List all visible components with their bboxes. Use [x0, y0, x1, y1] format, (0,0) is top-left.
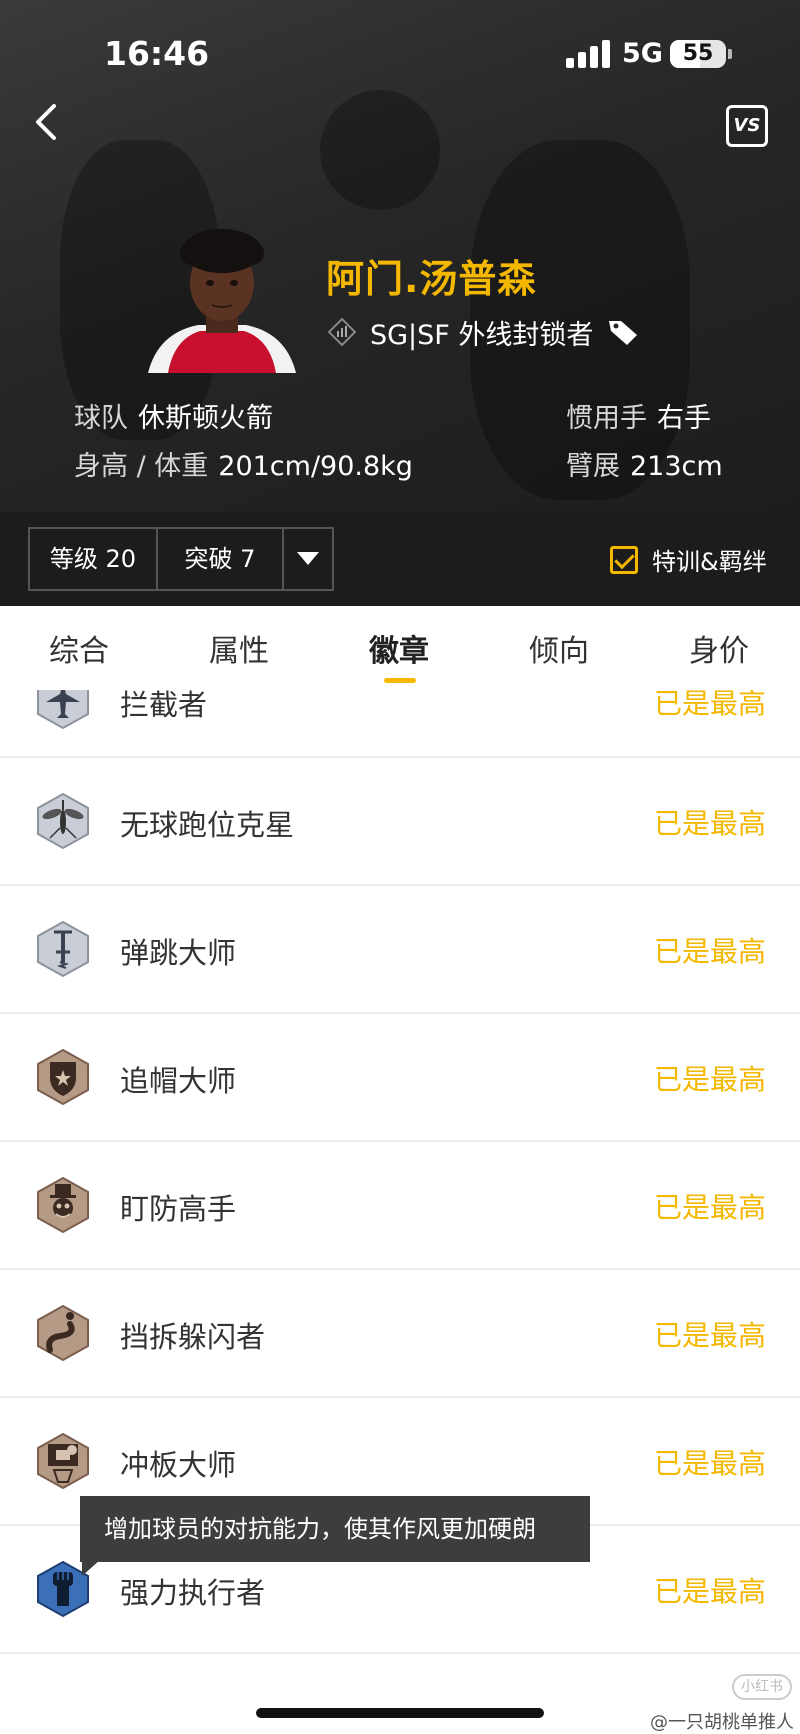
- list-item[interactable]: 无球跑位克星 已是最高: [0, 758, 800, 886]
- level-dropdown-button[interactable]: [284, 529, 332, 589]
- list-item[interactable]: 拦截者 已是最高: [0, 690, 800, 758]
- back-button[interactable]: [26, 100, 70, 144]
- badge-tooltip: 增加球员的对抗能力，使其作风更加硬朗: [80, 1496, 590, 1562]
- player-avatar: [148, 225, 296, 373]
- badge-status: 已是最高: [653, 690, 766, 720]
- battery-level: 55: [682, 41, 714, 66]
- position-diamond-icon: [328, 318, 356, 346]
- tab-badges[interactable]: 徽章: [344, 626, 454, 670]
- backboard-icon: [37, 1432, 89, 1490]
- hand-value: 右手: [657, 403, 711, 434]
- background-silhouette: [320, 90, 440, 210]
- badge-name: 强力执行者: [120, 1576, 266, 1610]
- body-value: 201cm/90.8kg: [218, 451, 413, 482]
- level-value[interactable]: 等级 20: [30, 529, 158, 589]
- jet-icon: [37, 690, 89, 730]
- wingspan-value: 213cm: [630, 451, 723, 482]
- shield-star-icon: [37, 1048, 89, 1106]
- hand-info: 惯用手 右手: [566, 396, 711, 435]
- badge-name: 冲板大师: [120, 1448, 237, 1482]
- badge-name: 追帽大师: [120, 1064, 237, 1098]
- pogo-stick-icon: [37, 920, 89, 978]
- list-item[interactable]: 追帽大师 已是最高: [0, 1014, 800, 1142]
- team-label: 球队: [74, 403, 128, 434]
- hand-label: 惯用手: [566, 403, 647, 434]
- tags-icon[interactable]: [607, 317, 641, 347]
- tab-tendencies[interactable]: 倾向: [504, 626, 614, 670]
- battery-tip: [728, 49, 732, 59]
- body-info: 身高 / 体重 201cm/90.8kg: [74, 444, 413, 483]
- road-pin-icon: [37, 1304, 89, 1362]
- badge-name: 无球跑位克星: [120, 808, 295, 842]
- badge-name: 拦截者: [120, 690, 208, 722]
- network-type: 5G: [622, 38, 663, 69]
- player-name: 阿门.汤普森: [326, 257, 537, 301]
- position-row: SG|SF 外线封锁者: [328, 312, 641, 352]
- badge-status: 已是最高: [653, 1191, 766, 1224]
- tab-overview[interactable]: 综合: [24, 626, 134, 670]
- team-info: 球队 休斯顿火箭: [74, 396, 273, 435]
- team-value: 休斯顿火箭: [138, 403, 273, 434]
- vs-compare-button[interactable]: VS: [726, 105, 768, 147]
- player-positions: SG|SF 外线封锁者: [370, 319, 594, 351]
- tab-value[interactable]: 身价: [664, 626, 774, 670]
- training-label: 特训&羁绊: [652, 548, 767, 576]
- badge-name: 弹跳大师: [120, 936, 237, 970]
- battery-icon: 55: [670, 40, 726, 68]
- wingspan-label: 臂展: [566, 451, 620, 482]
- tooltip-arrow: [82, 1560, 100, 1576]
- chevron-left-icon: [36, 104, 56, 140]
- active-tab-indicator: [384, 678, 416, 683]
- list-item[interactable]: 挡拆躲闪者 已是最高: [0, 1270, 800, 1398]
- mosquito-icon: [37, 792, 89, 850]
- watermark: @一只胡桃单推人: [650, 1712, 794, 1733]
- badge-status: 已是最高: [653, 935, 766, 968]
- wingspan-info: 臂展 213cm: [566, 444, 723, 483]
- home-indicator[interactable]: [256, 1708, 544, 1718]
- badge-name: 盯防高手: [120, 1192, 237, 1226]
- badge-status: 已是最高: [653, 1447, 766, 1480]
- tab-attributes[interactable]: 属性: [184, 626, 294, 670]
- status-bar: 16:46 5G 55: [0, 0, 800, 100]
- top-hat-face-icon: [37, 1176, 89, 1234]
- player-header: 16:46 5G 55 VS 阿门.汤普森 SG|SF 外线封锁者 球队 休斯顿…: [0, 0, 800, 512]
- breakthrough-value[interactable]: 突破 7: [158, 529, 284, 589]
- badge-status: 已是最高: [653, 1319, 766, 1352]
- watermark-logo: 小红书: [732, 1674, 792, 1700]
- badge-status: 已是最高: [653, 1063, 766, 1096]
- level-selector: 等级 20 突破 7: [28, 527, 334, 591]
- badge-status: 已是最高: [653, 1575, 766, 1608]
- list-item[interactable]: 弹跳大师 已是最高: [0, 886, 800, 1014]
- signal-icon: [566, 40, 610, 68]
- status-time: 16:46: [104, 34, 210, 73]
- body-label: 身高 / 体重: [74, 451, 209, 482]
- level-bar: 等级 20 突破 7 特训&羁绊: [0, 512, 800, 606]
- list-item[interactable]: 盯防高手 已是最高: [0, 1142, 800, 1270]
- training-checkbox[interactable]: [610, 545, 638, 574]
- training-toggle[interactable]: 特训&羁绊: [610, 542, 767, 577]
- badge-status: 已是最高: [653, 807, 766, 840]
- badge-name: 挡拆躲闪者: [120, 1320, 266, 1354]
- caret-down-icon: [297, 552, 319, 565]
- tab-bar: 综合 属性 徽章 倾向 身价: [0, 606, 800, 690]
